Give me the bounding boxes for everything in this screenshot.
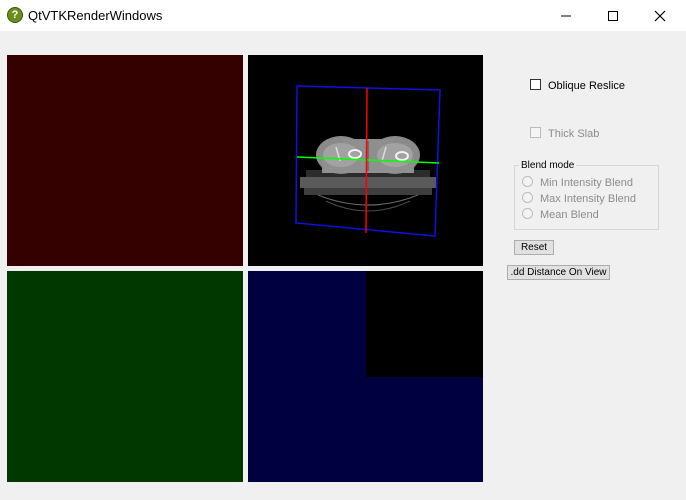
mean-blend-radio[interactable] [522,208,533,219]
minimize-button[interactable] [543,0,589,31]
min-intensity-label: Min Intensity Blend [540,177,633,189]
app-question-icon: ? [7,7,23,23]
black-render-region [366,271,483,377]
thick-slab-checkbox[interactable] [530,127,541,138]
add-distance-button[interactable]: .dd Distance On View [507,265,610,280]
max-intensity-radio[interactable] [522,192,533,203]
mean-blend-label: Mean Blend [540,209,599,221]
viewport-bottom-right[interactable] [248,271,483,482]
cursor-line-red [365,87,368,234]
max-intensity-label: Max Intensity Blend [540,193,636,205]
ct-slice-image [300,136,436,212]
maximize-button[interactable] [590,0,636,31]
thick-slab-label: Thick Slab [548,128,600,140]
viewport-bottom-left[interactable] [7,271,243,482]
min-intensity-radio[interactable] [522,176,533,187]
blend-mode-title: Blend mode [519,160,577,171]
reslice-view-3d [295,85,441,237]
minimize-icon [561,15,571,16]
reset-button[interactable]: Reset [514,240,554,255]
viewport-top-right[interactable] [248,55,483,266]
maximize-icon [608,10,618,21]
viewport-top-left[interactable] [7,55,243,266]
close-button[interactable] [637,0,683,31]
window-title: QtVTKRenderWindows [28,8,163,23]
oblique-reslice-checkbox[interactable] [530,79,541,90]
close-icon [654,10,666,21]
oblique-reslice-label: Oblique Reslice [548,80,626,92]
title-bar: ? QtVTKRenderWindows [0,0,686,31]
